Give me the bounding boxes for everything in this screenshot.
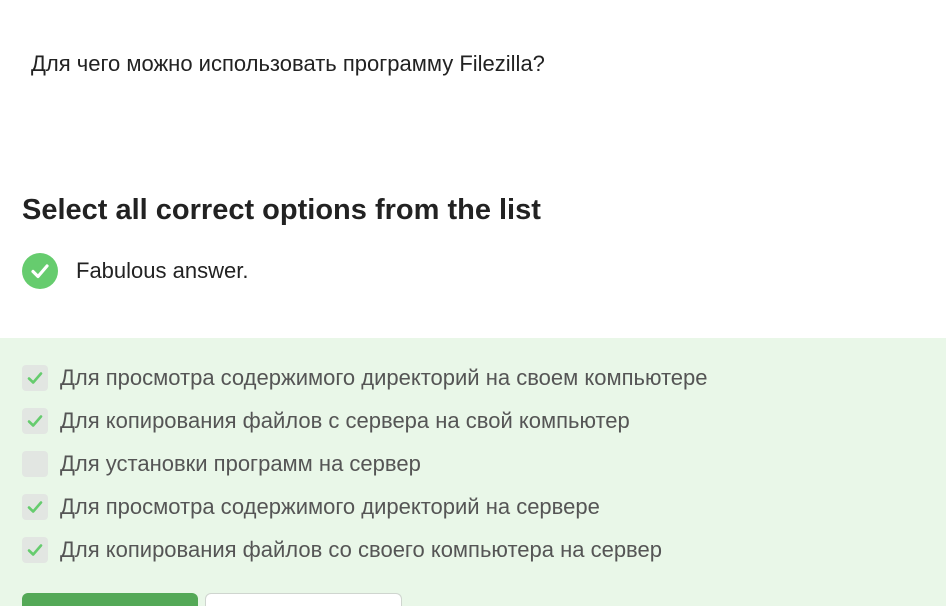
- option-label: Для просмотра содержимого директорий на …: [60, 494, 600, 519]
- quiz-page: Для чего можно использовать программу Fi…: [0, 0, 946, 606]
- option-checkbox[interactable]: [22, 408, 48, 434]
- option-label: Для копирования файлов с сервера на свой…: [60, 408, 630, 433]
- check-circle-icon: [22, 253, 58, 289]
- option-checkbox[interactable]: [22, 451, 48, 477]
- option-item[interactable]: Для просмотра содержимого директорий на …: [22, 364, 708, 392]
- option-item[interactable]: Для копирования файлов с сервера на свой…: [22, 407, 630, 435]
- option-item[interactable]: Для установки программ на сервер: [22, 450, 421, 478]
- feedback-banner: Fabulous answer.: [22, 253, 248, 289]
- secondary-button[interactable]: [205, 593, 402, 606]
- option-checkbox[interactable]: [22, 537, 48, 563]
- option-checkbox[interactable]: [22, 494, 48, 520]
- feedback-text: Fabulous answer.: [76, 258, 249, 283]
- option-item[interactable]: Для просмотра содержимого директорий на …: [22, 493, 600, 521]
- option-item[interactable]: Для копирования файлов со своего компьют…: [22, 536, 662, 564]
- submit-button[interactable]: [22, 593, 198, 606]
- option-checkbox[interactable]: [22, 365, 48, 391]
- option-label: Для установки программ на сервер: [60, 451, 421, 476]
- question-text: Для чего можно использовать программу Fi…: [31, 51, 545, 76]
- option-label: Для копирования файлов со своего компьют…: [60, 537, 662, 562]
- option-label: Для просмотра содержимого директорий на …: [60, 365, 708, 390]
- instruction-heading: Select all correct options from the list: [22, 194, 541, 226]
